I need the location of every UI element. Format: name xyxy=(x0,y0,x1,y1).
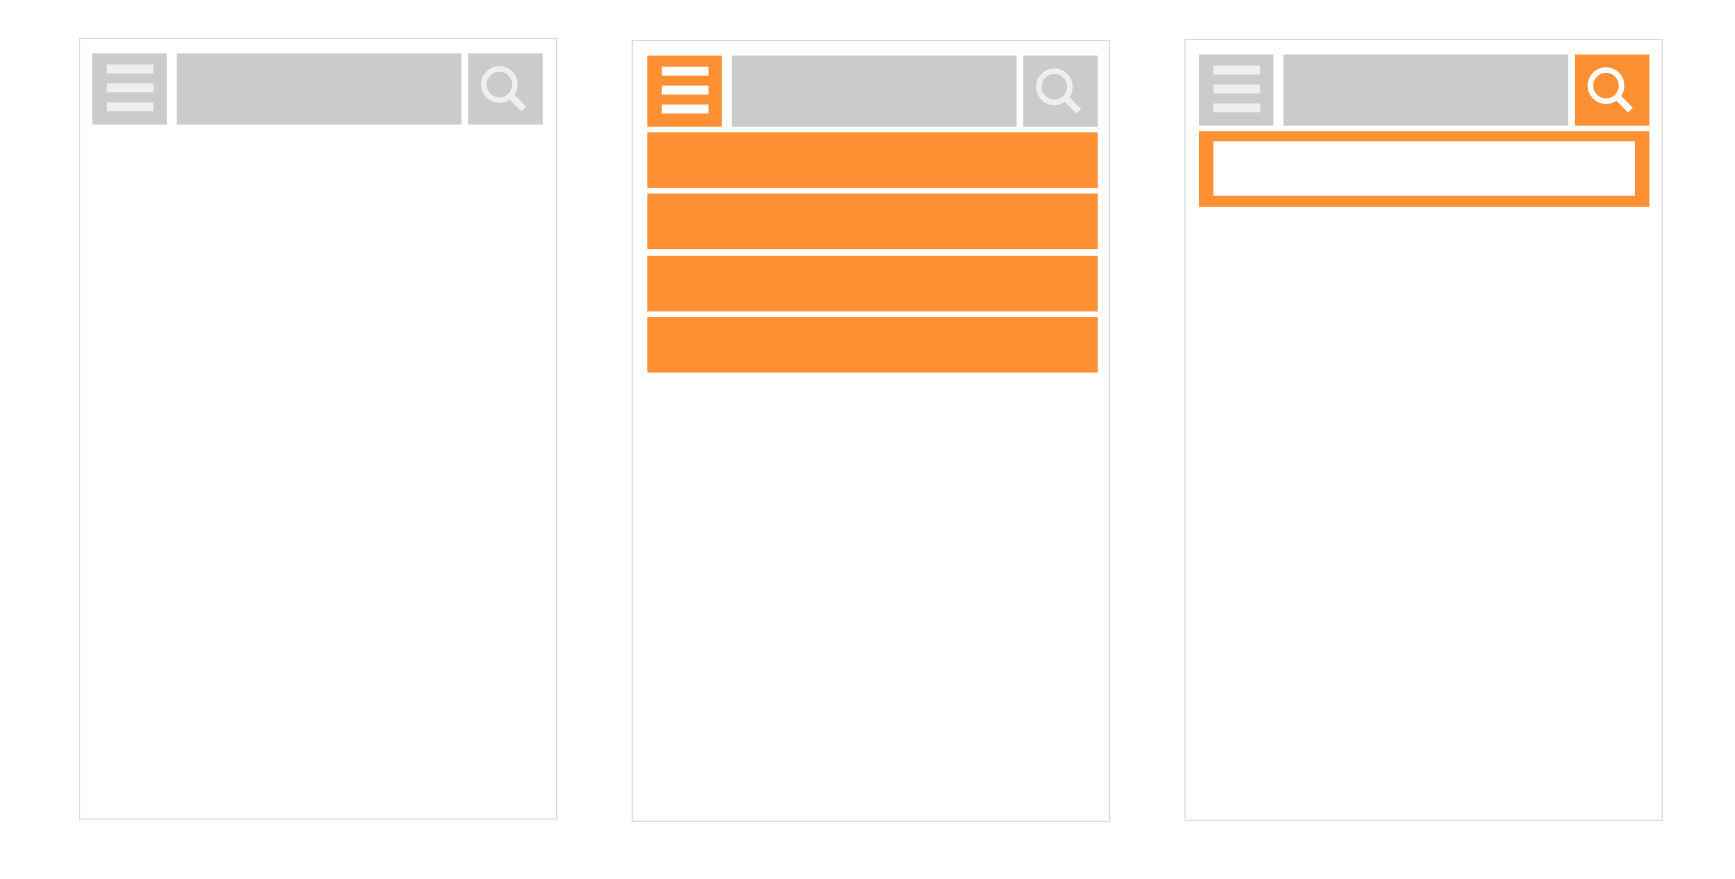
panel-default xyxy=(78,37,558,820)
search-input[interactable] xyxy=(1213,141,1635,196)
search-button[interactable] xyxy=(1023,55,1098,127)
title-bar xyxy=(731,55,1017,127)
menu-button[interactable] xyxy=(92,53,167,125)
title-bar xyxy=(1283,54,1569,126)
menu-item[interactable] xyxy=(647,255,1098,312)
search-icon xyxy=(1587,67,1633,113)
menu-button[interactable] xyxy=(1198,54,1274,126)
menu-item[interactable] xyxy=(647,132,1098,188)
title-bar xyxy=(176,53,462,125)
panel-menu-open xyxy=(631,40,1110,822)
search-button[interactable] xyxy=(1574,54,1650,126)
search-box xyxy=(1198,131,1650,207)
menu-item[interactable] xyxy=(647,193,1098,250)
search-icon xyxy=(1036,68,1082,114)
panel-search-open xyxy=(1184,38,1663,821)
menu-button[interactable] xyxy=(647,55,722,127)
search-button[interactable] xyxy=(468,53,543,125)
menu-item[interactable] xyxy=(647,316,1098,373)
search-icon xyxy=(481,66,527,112)
